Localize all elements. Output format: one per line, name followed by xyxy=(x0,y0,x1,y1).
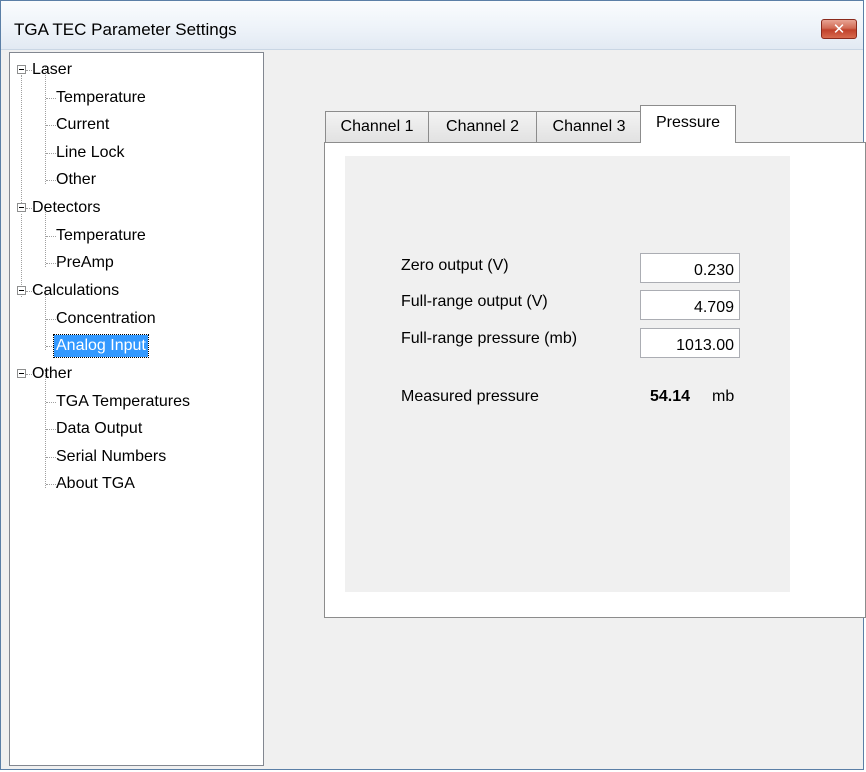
full-range-pressure-label: Full-range pressure (mb) xyxy=(401,330,578,347)
tree-label[interactable]: Calculations xyxy=(30,280,121,302)
tree-line xyxy=(21,75,22,209)
tree-label[interactable]: Detectors xyxy=(30,197,102,219)
tree-label[interactable]: About TGA xyxy=(54,473,137,495)
window-title: TGA TEC Parameter Settings xyxy=(14,20,237,39)
tree-label[interactable]: Concentration xyxy=(54,308,158,330)
tree-label[interactable]: Temperature xyxy=(54,225,148,247)
settings-window: TGA TEC Parameter Settings ✕ Laser Tempe… xyxy=(0,0,866,770)
zero-output-field[interactable] xyxy=(640,253,740,283)
zero-output-label: Zero output (V) xyxy=(401,257,509,274)
tree-line xyxy=(21,214,22,297)
pressure-tab-panel: Zero output (V) Full-range output (V) Fu… xyxy=(324,142,866,618)
close-icon: ✕ xyxy=(832,20,846,38)
tab-channel-3[interactable]: Channel 3 xyxy=(536,111,642,143)
tab-pressure[interactable]: Pressure xyxy=(640,105,736,143)
measured-pressure-value: 54.14 xyxy=(650,388,691,405)
tab-channel-1[interactable]: Channel 1 xyxy=(325,111,429,143)
tree-label[interactable]: Other xyxy=(30,363,74,385)
tree-label[interactable]: Current xyxy=(54,114,111,136)
tab-channel-2[interactable]: Channel 2 xyxy=(428,111,537,143)
measured-pressure-label: Measured pressure xyxy=(401,388,539,405)
full-range-output-field[interactable] xyxy=(640,290,740,320)
tree-label[interactable]: Temperature xyxy=(54,87,148,109)
tree-label[interactable]: Data Output xyxy=(54,418,144,440)
tree-label[interactable]: Laser xyxy=(30,59,74,81)
collapse-icon[interactable] xyxy=(17,369,26,378)
tree-label[interactable]: PreAmp xyxy=(54,252,116,274)
tree-label[interactable]: Other xyxy=(54,169,98,191)
tree-label[interactable]: Line Lock xyxy=(54,142,127,164)
tree-label-selected[interactable]: Analog Input xyxy=(53,334,149,358)
full-range-pressure-field[interactable] xyxy=(640,328,740,358)
pressure-settings-group: Zero output (V) Full-range output (V) Fu… xyxy=(345,156,790,592)
close-button[interactable]: ✕ xyxy=(821,19,857,39)
collapse-icon[interactable] xyxy=(17,65,26,74)
tree-label[interactable]: Serial Numbers xyxy=(54,446,168,468)
collapse-icon[interactable] xyxy=(17,203,26,212)
title-bar: TGA TEC Parameter Settings ✕ xyxy=(1,1,863,50)
tree-label[interactable]: TGA Temperatures xyxy=(54,391,192,413)
measured-pressure-unit: mb xyxy=(712,388,735,405)
full-range-output-label: Full-range output (V) xyxy=(401,293,548,310)
collapse-icon[interactable] xyxy=(17,286,26,295)
settings-tree[interactable]: Laser Temperature Current Line Lock Othe… xyxy=(9,52,264,766)
